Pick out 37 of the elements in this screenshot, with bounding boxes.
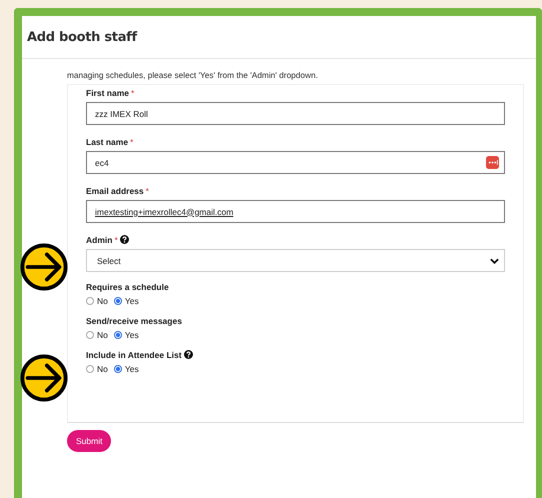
dialog-title: Add booth staff [27, 30, 137, 44]
radio-option[interactable]: Yes [114, 364, 139, 374]
required-mark: * [130, 136, 134, 146]
field-value: zzz IMEX Roll [95, 108, 148, 118]
password-manager-icon[interactable] [486, 156, 499, 169]
submit-button[interactable]: Submit [67, 430, 112, 452]
field-label: Requires a schedule [86, 282, 169, 292]
required-mark: * [146, 186, 149, 196]
radio-button[interactable] [114, 297, 122, 305]
text-field[interactable]: zzz IMEX Roll [86, 102, 505, 125]
radio-button[interactable] [86, 297, 94, 305]
text-field[interactable]: ec4 [86, 151, 505, 174]
field-label: Last name [86, 136, 128, 146]
chevron-down-icon [490, 258, 499, 264]
field-label: First name [86, 88, 129, 98]
radio-option[interactable]: Yes [114, 296, 139, 306]
radio-button[interactable] [86, 331, 94, 339]
required-mark: * [131, 88, 134, 98]
radio-option[interactable]: No [86, 364, 108, 374]
field-label: Send/receive messages [86, 316, 182, 326]
required-mark: * [114, 234, 118, 244]
radio-option[interactable]: No [86, 296, 108, 306]
admin-dropdown[interactable]: Select [86, 249, 505, 272]
field-label: Admin [86, 234, 112, 244]
radio-button[interactable] [114, 365, 122, 373]
field-label: Include in Attendee List [86, 350, 182, 360]
radio-option[interactable]: No [86, 330, 108, 340]
radio-option[interactable]: Yes [114, 330, 139, 340]
field-label: Email address [86, 186, 144, 196]
field-value: imextesting+imexrollec4@gmail.com [95, 206, 234, 216]
field-value: ec4 [95, 158, 109, 168]
text-field[interactable]: imextesting+imexrollec4@gmail.com [86, 200, 505, 223]
radio-button[interactable] [114, 331, 122, 339]
radio-button[interactable] [86, 365, 94, 373]
intro-text: managing schedules, please select 'Yes' from the 'Admin' dropdown. [67, 70, 319, 80]
help-icon[interactable] [120, 235, 129, 244]
help-icon[interactable] [184, 350, 193, 359]
